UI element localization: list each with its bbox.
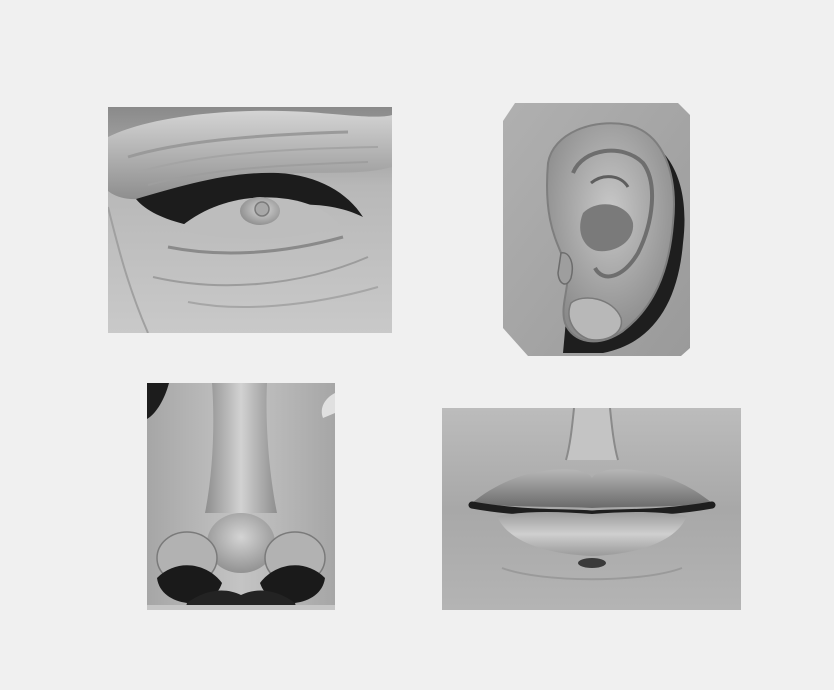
ear-sculpt-panel bbox=[503, 103, 690, 356]
nose-sculpt-panel bbox=[147, 383, 335, 610]
eye-sculpt-image bbox=[108, 107, 392, 333]
mouth-sculpt-panel bbox=[442, 408, 741, 610]
eye-sculpt-panel bbox=[108, 107, 392, 333]
nose-sculpt-image bbox=[147, 383, 335, 610]
sculpt-reference-sheet bbox=[0, 0, 834, 690]
ear-sculpt-image bbox=[503, 103, 690, 356]
mouth-sculpt-image bbox=[442, 408, 741, 610]
